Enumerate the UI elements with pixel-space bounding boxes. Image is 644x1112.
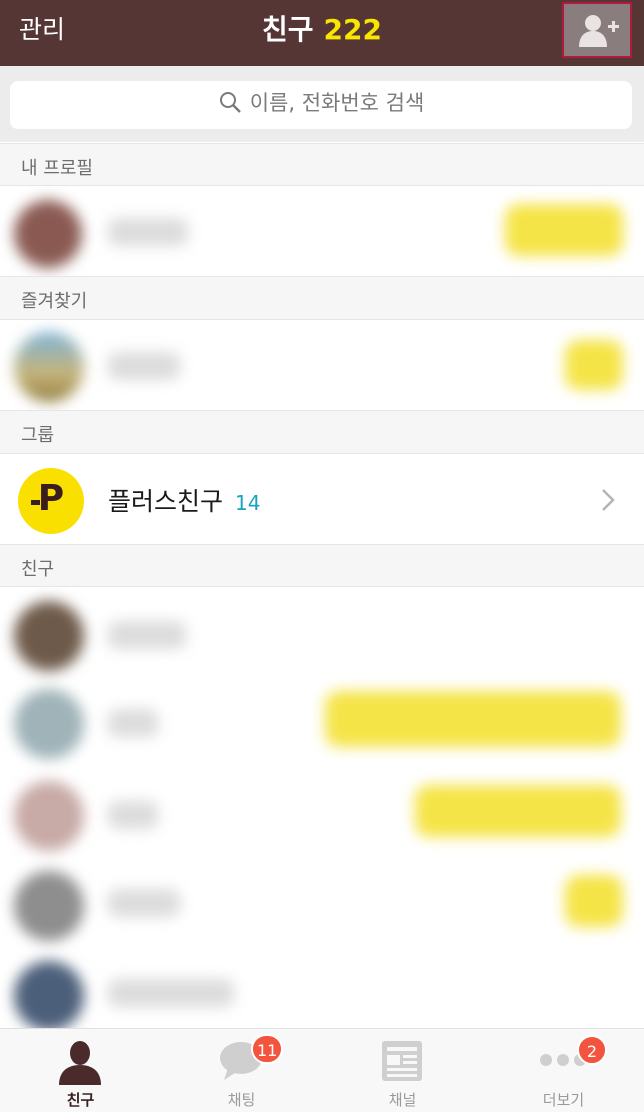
section-label: 즐겨찾기 (21, 291, 88, 312)
more-badge: 2 (577, 1035, 607, 1065)
chat-unread-badge: 11 (251, 1034, 284, 1064)
status-message (565, 875, 623, 927)
section-label: 그룹 (21, 425, 55, 446)
add-friend-button[interactable] (562, 2, 632, 58)
name-placeholder (108, 979, 234, 1007)
my-profile-row[interactable] (0, 186, 644, 276)
top-bar: 관리 친구 222 (0, 0, 644, 66)
search-placeholder: 이름, 전화번호 검색 (249, 91, 425, 115)
avatar (14, 601, 84, 671)
plus-friend-label: 플러스친구 14 (108, 482, 260, 518)
avatar (14, 332, 84, 402)
avatar (14, 871, 84, 941)
search-input[interactable]: 이름, 전화번호 검색 (10, 81, 632, 129)
favorite-row[interactable] (0, 320, 644, 410)
status-message (565, 340, 623, 390)
tab-label: 더보기 (542, 1091, 585, 1109)
news-icon (382, 1041, 422, 1081)
plus-friend-name: 플러스친구 (108, 487, 224, 516)
avatar (14, 781, 84, 851)
blurred-friends (0, 587, 644, 1028)
tab-label: 채팅 (227, 1091, 256, 1109)
search-icon (219, 92, 241, 113)
bottom-tab-bar: 친구 11 채팅 채널 2 더보기 (0, 1028, 644, 1112)
title-label: 친구 (262, 13, 314, 46)
section-groups: 그룹 (0, 410, 644, 454)
name-placeholder (108, 621, 186, 649)
avatar (14, 689, 84, 759)
list-item[interactable] (0, 947, 644, 1028)
avatar (14, 200, 82, 268)
blurred-favorite (0, 320, 644, 410)
name-placeholder (108, 352, 180, 380)
plus-friend-row[interactable]: P 플러스친구 14 (0, 454, 644, 544)
list-item[interactable] (0, 587, 644, 677)
tab-more[interactable]: 2 더보기 (483, 1029, 644, 1112)
blurred-profile (0, 186, 644, 276)
avatar (14, 961, 84, 1028)
list-item[interactable] (0, 767, 644, 857)
tab-label: 친구 (66, 1091, 95, 1109)
tab-chat[interactable]: 11 채팅 (161, 1029, 322, 1112)
tab-channel[interactable]: 채널 (322, 1029, 483, 1112)
page-title: 친구 222 (0, 0, 644, 66)
chevron-right-icon (602, 489, 615, 511)
section-my-profile: 내 프로필 (0, 143, 644, 186)
tab-label: 채널 (388, 1091, 417, 1109)
name-placeholder (108, 709, 158, 737)
list-item[interactable] (0, 677, 644, 767)
logo-letter: P (37, 478, 65, 519)
status-message (325, 691, 621, 747)
person-icon (59, 1041, 101, 1085)
name-placeholder (108, 218, 188, 246)
list-item[interactable] (0, 857, 644, 947)
section-friends: 친구 (0, 544, 644, 587)
plus-friend-logo: P (18, 468, 84, 534)
status-message (415, 785, 621, 837)
person-add-icon (579, 15, 619, 47)
section-label: 내 프로필 (21, 158, 93, 179)
section-label: 친구 (21, 559, 55, 580)
plus-friend-count: 14 (235, 491, 261, 515)
search-area: 이름, 전화번호 검색 (0, 66, 644, 142)
friend-count: 222 (323, 13, 382, 46)
tab-friends[interactable]: 친구 (0, 1029, 161, 1112)
status-message (505, 204, 623, 256)
friends-list (0, 587, 644, 1028)
section-favorites: 즐겨찾기 (0, 276, 644, 320)
name-placeholder (108, 801, 158, 829)
name-placeholder (108, 889, 180, 917)
